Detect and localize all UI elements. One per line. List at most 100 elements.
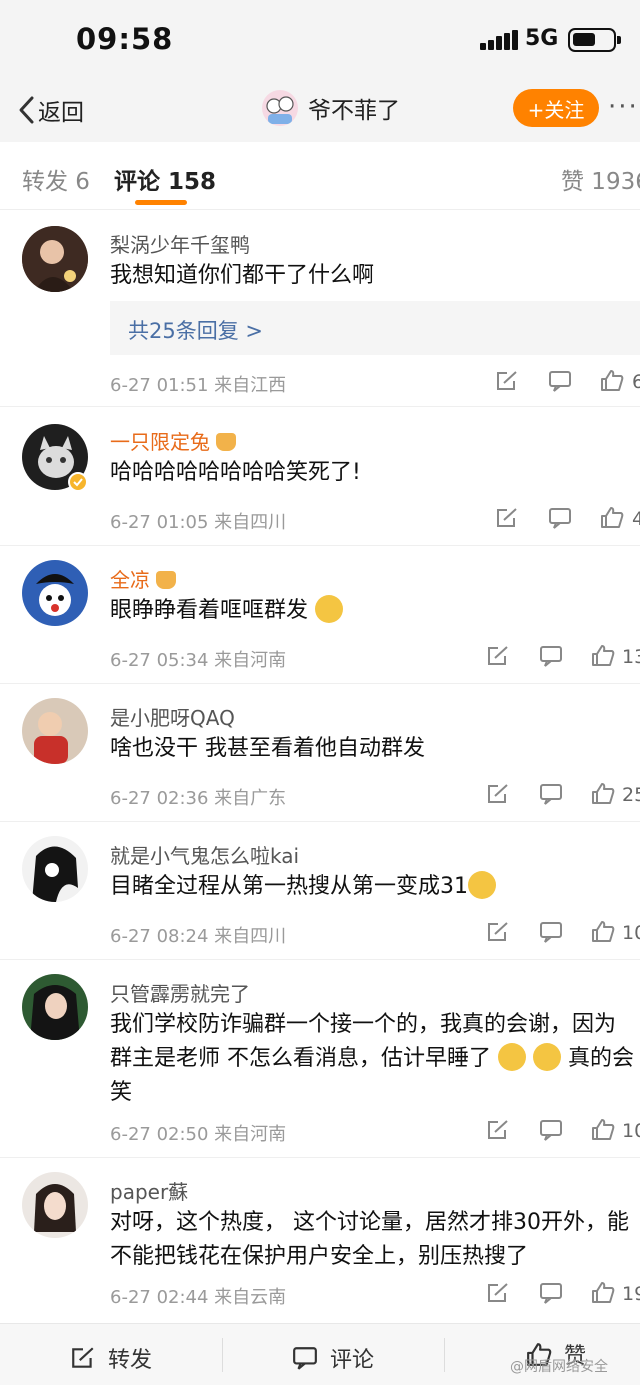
like-icon[interactable] (591, 1281, 615, 1303)
comment-username[interactable]: 全凉 (110, 564, 176, 593)
follow-button[interactable]: +关注 (513, 89, 599, 127)
comment-username[interactable]: paper蘇 (110, 1176, 188, 1205)
signal-icon (480, 30, 518, 50)
status-time: 09:58 (76, 22, 174, 56)
vip-crown-icon (156, 571, 176, 589)
reply-count-link[interactable]: 共25条回复 > (110, 301, 640, 355)
status-bar: 09:58 5G (0, 0, 640, 80)
tab-indicator (135, 200, 187, 205)
comment-icon[interactable] (539, 1119, 563, 1141)
avatar[interactable] (22, 560, 88, 626)
repost-icon[interactable] (495, 507, 519, 529)
comment-username[interactable]: 是小肥呀QAQ (110, 702, 235, 731)
comment-button[interactable]: 评论 (292, 1342, 374, 1374)
like-icon[interactable] (591, 644, 615, 666)
comment-icon[interactable] (539, 645, 563, 667)
comment-username[interactable]: 只管霹雳就完了 (110, 978, 250, 1007)
like-count: 10 (622, 1120, 640, 1142)
back-label: 返回 (38, 100, 84, 126)
comment-item: 就是小气鬼怎么啦kai 目睹全过程从第一热搜从第一变成31 6-27 08:24… (0, 822, 640, 960)
repost-icon[interactable] (486, 1282, 510, 1304)
comment-meta: 6-27 02:36 来自广东 (110, 788, 287, 809)
more-icon[interactable]: ··· (608, 92, 639, 122)
crying-emoji-icon (315, 595, 344, 623)
comment-meta: 6-27 05:34 来自河南 (110, 650, 287, 671)
repost-icon[interactable] (486, 783, 510, 805)
like-count: 6 (632, 371, 640, 393)
comment-item: 一只限定兔 哈哈哈哈哈哈哈哈笑死了! 6-27 01:05 来自四川 4 (0, 408, 640, 546)
page-title: 爷不菲了 (308, 98, 400, 124)
comment-username[interactable]: 就是小气鬼怎么啦kai (110, 840, 299, 869)
bottom-action-bar: 转发 评论 赞 @网盾网络安全 (0, 1323, 640, 1385)
back-button[interactable]: 返回 (16, 92, 84, 128)
comment-icon[interactable] (548, 370, 572, 392)
comment-icon[interactable] (539, 1282, 563, 1304)
like-count: 10 (622, 922, 640, 944)
comment-username[interactable]: 一只限定兔 (110, 426, 236, 455)
chevron-left-icon (19, 96, 34, 124)
comment-text: 我们学校防诈骗群一个接一个的，我真的会谢，因为群主是老师 不怎么看消息，估计早睡… (110, 1012, 635, 1105)
verified-icon (68, 472, 88, 492)
comment-meta: 6-27 02:50 来自河南 (110, 1124, 287, 1145)
comment-icon (293, 1347, 317, 1370)
divider (444, 1338, 445, 1372)
like-icon[interactable] (600, 369, 624, 391)
comment-username[interactable]: 梨涡少年千玺鸭 (110, 229, 250, 258)
profile-header[interactable]: 爷不菲了 (262, 90, 400, 126)
like-icon[interactable] (591, 782, 615, 804)
comment-label: 评论 (330, 1348, 375, 1373)
comment-item: 只管霹雳就完了 我们学校防诈骗群一个接一个的，我真的会谢，因为群主是老师 不怎么… (0, 960, 640, 1158)
avatar[interactable] (22, 698, 88, 764)
like-count: 4 (632, 508, 640, 530)
vip-crown-icon (216, 433, 236, 451)
comment-item: 全凉 眼睁睁看着哐哐群发 6-27 05:34 来自河南 13 (0, 546, 640, 684)
like-icon[interactable] (591, 920, 615, 942)
reply-count-label: 共25条回复 > (128, 319, 263, 343)
comment-icon[interactable] (539, 783, 563, 805)
battery-icon (568, 28, 621, 52)
like-count: 13 (622, 646, 640, 668)
avatar[interactable] (22, 226, 88, 292)
comment-item: paper蘇 对呀，这个热度， 这个讨论量，居然才排30开外，能不能把钱花在保护… (0, 1158, 640, 1322)
like-count: 25 (622, 784, 640, 806)
avatar[interactable] (22, 1172, 88, 1238)
comment-text: 啥也没干 我甚至看着他自动群发 (110, 736, 425, 761)
repost-icon[interactable] (495, 370, 519, 392)
comment-meta: 6-27 01:51 来自江西 (110, 375, 287, 396)
avatar[interactable] (22, 836, 88, 902)
comment-meta: 6-27 02:44 来自云南 (110, 1287, 287, 1308)
raised-hand-emoji-icon (533, 1043, 561, 1071)
comment-item: 梨涡少年千玺鸭 我想知道你们都干了什么啊 共25条回复 > 6-27 01:51… (0, 211, 640, 407)
watermark: @网盾网络安全 (510, 1359, 608, 1375)
raised-hand-emoji-icon (498, 1043, 526, 1071)
comment-text: 对呀，这个热度， 这个讨论量，居然才排30开外，能不能把钱花在保护用户安全上，别… (110, 1210, 629, 1269)
tab-likes[interactable]: 赞 1936 (561, 162, 640, 196)
comment-icon[interactable] (539, 921, 563, 943)
comment-text: 哈哈哈哈哈哈哈哈笑死了! (110, 460, 361, 485)
avatar (262, 90, 298, 126)
avatar[interactable] (22, 974, 88, 1040)
tab-bar: 转发 6 评论 158 赞 1936 (0, 142, 640, 210)
repost-button[interactable]: 转发 (70, 1342, 152, 1374)
comment-text: 我想知道你们都干了什么啊 (110, 263, 375, 288)
repost-icon[interactable] (486, 921, 510, 943)
comment-text: 眼睁睁看着哐哐群发 (110, 594, 634, 628)
like-icon[interactable] (600, 506, 624, 528)
tab-comments[interactable]: 评论 158 (114, 162, 216, 196)
repost-icon (72, 1347, 94, 1368)
tab-repost[interactable]: 转发 6 (22, 162, 90, 196)
like-count: 19 (622, 1283, 640, 1305)
like-icon[interactable] (591, 1118, 615, 1140)
repost-label: 转发 (108, 1348, 153, 1373)
divider (222, 1338, 223, 1372)
comment-meta: 6-27 01:05 来自四川 (110, 512, 287, 533)
comment-text: 目睹全过程从第一热搜从第一变成31 (110, 870, 634, 904)
repost-icon[interactable] (486, 645, 510, 667)
comment-icon[interactable] (548, 507, 572, 529)
network-type: 5G (525, 26, 559, 51)
nav-bar: 返回 爷不菲了 +关注 ··· (0, 80, 640, 142)
comment-meta: 6-27 08:24 来自四川 (110, 926, 287, 947)
comment-item: 是小肥呀QAQ 啥也没干 我甚至看着他自动群发 6-27 02:36 来自广东 … (0, 684, 640, 822)
repost-icon[interactable] (486, 1119, 510, 1141)
crying-emoji-icon (468, 871, 496, 899)
